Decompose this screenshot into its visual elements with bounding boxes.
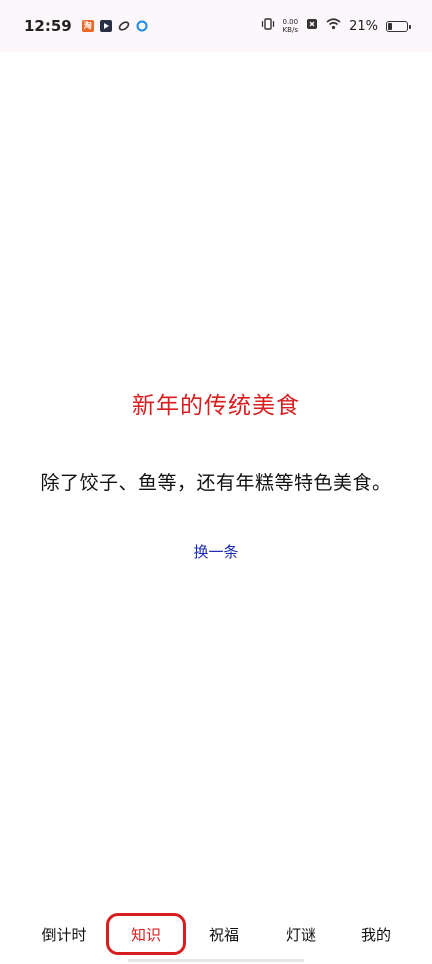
vibrate-icon [261, 17, 275, 35]
knowledge-title: 新年的传统美食 [132, 393, 300, 419]
refresh-button[interactable]: 换一条 [166, 541, 266, 562]
no-sim-icon [306, 18, 318, 34]
net-speed-value: 0.00 [282, 18, 299, 26]
battery-percent: 21% [349, 18, 378, 34]
nav-tab-riddles[interactable]: 灯谜 [265, 924, 337, 945]
shopping-app-icon: 淘 [81, 20, 94, 32]
nav-tab-mine[interactable]: 我的 [340, 924, 412, 945]
nav-tab-blessing[interactable]: 祝福 [188, 924, 260, 945]
wifi-icon [326, 18, 341, 34]
net-speed-unit: KB/s [282, 26, 298, 34]
battery-icon [386, 20, 411, 32]
nav-tab-knowledge[interactable]: 知识 [110, 924, 182, 945]
status-left: 12:59 淘 [24, 17, 148, 35]
home-indicator[interactable] [128, 959, 304, 962]
play-app-icon [99, 20, 112, 32]
browser-app-icon [136, 20, 148, 32]
knowledge-text: 除了饺子、鱼等，还有年糕等特色美食。 [40, 472, 392, 494]
clock: 12:59 [24, 17, 72, 35]
status-right: 0.00 KB/s 21% [261, 17, 411, 35]
status-bar: 12:59 淘 0.00 KB/s 21% [0, 0, 432, 52]
nav-tab-countdown[interactable]: 倒计时 [28, 924, 100, 945]
link-app-icon [118, 20, 130, 32]
app-screen: 12:59 淘 0.00 KB/s 21% 新年的传统美食 除了饺子、鱼等，还有… [0, 0, 432, 964]
bottom-nav: 倒计时 知识 祝福 灯谜 我的 [0, 908, 432, 964]
net-speed: 0.00 KB/s [283, 18, 299, 34]
